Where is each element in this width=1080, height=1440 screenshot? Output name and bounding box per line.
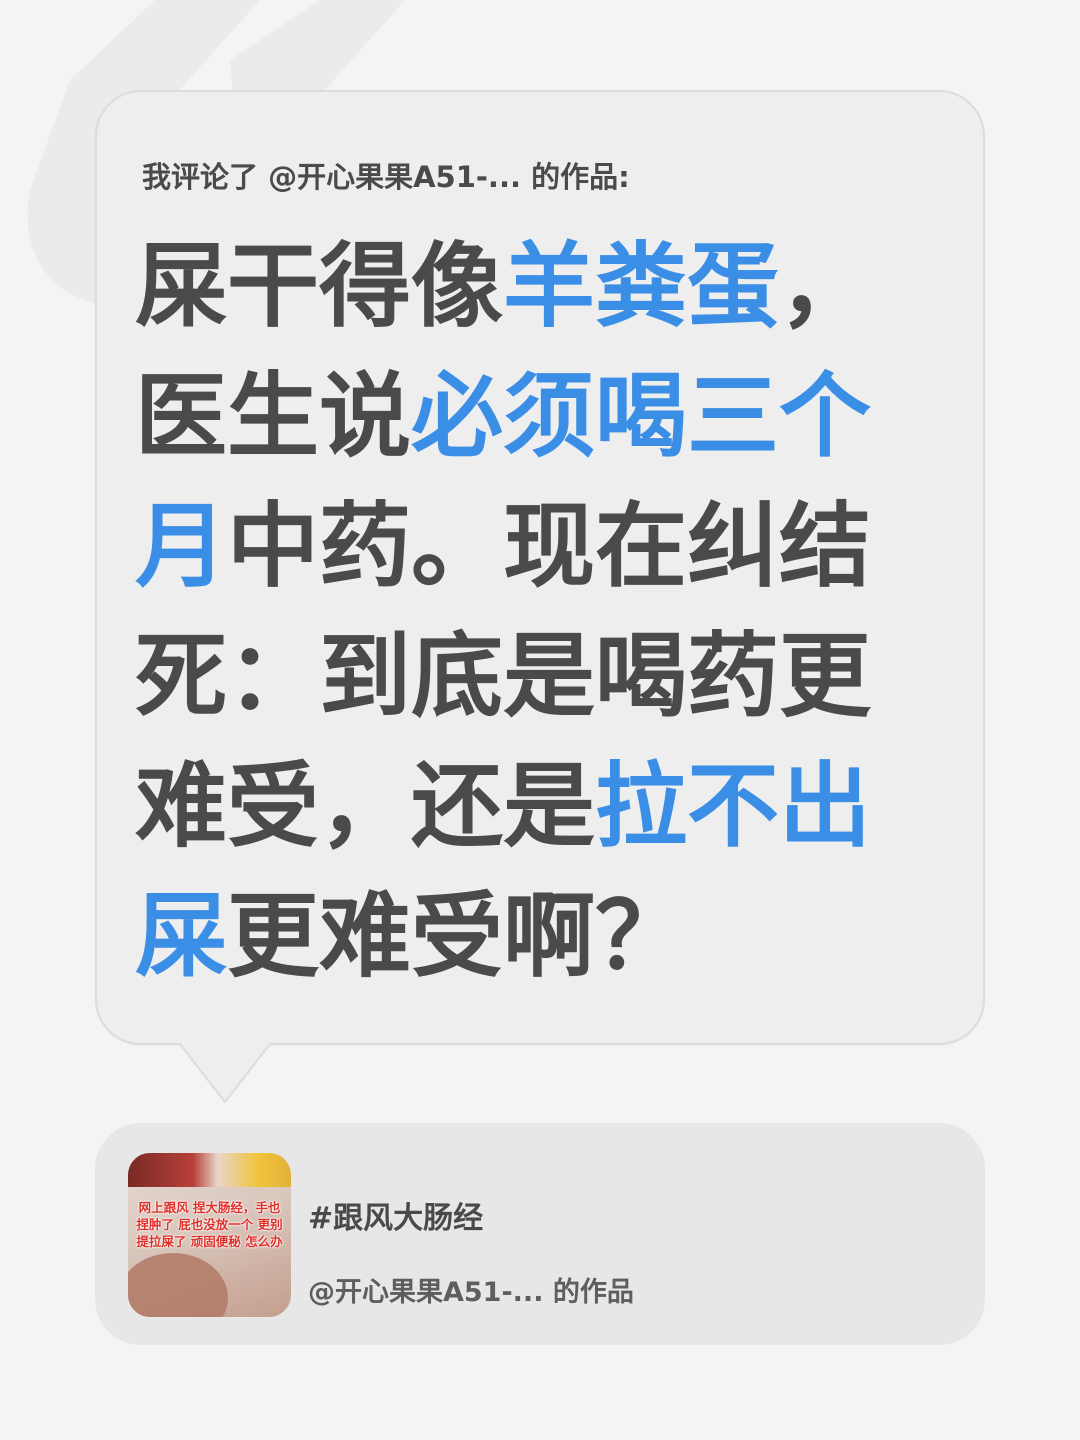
thumbnail-background: [128, 1153, 291, 1187]
thumbnail-caption: 网上跟风 捏大肠经，手也捏肿了 屁也没放一个 更别提拉屎了 顽固便秘 怎么办: [136, 1200, 283, 1249]
comment-text-segment: 屎干得像: [135, 233, 504, 340]
comment-header: 我评论了 @开心果果A51-... 的作品:: [142, 160, 630, 194]
linked-post-card[interactable]: 网上跟风 捏大肠经，手也捏肿了 屁也没放一个 更别提拉屎了 顽固便秘 怎么办 #…: [95, 1123, 985, 1345]
comment-body: 屎干得像羊粪蛋，医生说必须喝三个月中药。现在纠结死：到底是喝药更难受，还是拉不出…: [135, 222, 915, 1002]
thumbnail-hand-image: [128, 1253, 228, 1317]
comment-highlight-segment: 羊粪蛋: [503, 233, 780, 340]
post-thumbnail[interactable]: 网上跟风 捏大肠经，手也捏肿了 屁也没放一个 更别提拉屎了 顽固便秘 怎么办: [128, 1153, 291, 1317]
comment-text-segment: 更难受啊？: [227, 883, 688, 990]
post-author[interactable]: @开心果果A51-... 的作品: [308, 1270, 634, 1309]
post-title[interactable]: #跟风大肠经: [308, 1193, 483, 1237]
speech-bubble-tail: [180, 1042, 270, 1104]
comment-bubble: 我评论了 @开心果果A51-... 的作品: 屎干得像羊粪蛋，医生说必须喝三个月…: [95, 90, 985, 1045]
